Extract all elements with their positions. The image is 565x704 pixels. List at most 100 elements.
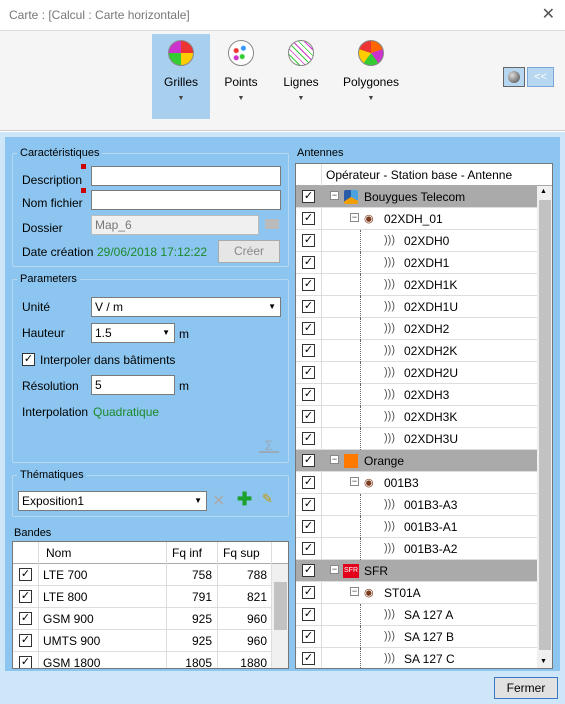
row-checkbox[interactable]: ✓ [302, 234, 315, 247]
row-checkbox[interactable]: ✓ [302, 454, 315, 467]
antenna-icon: ))) [384, 300, 395, 312]
tree-item[interactable]: ✓ − ◉ ST01A [296, 582, 537, 604]
row-checkbox[interactable]: ✓ [302, 344, 315, 357]
collapse-icon[interactable]: − [350, 587, 359, 596]
creer-button[interactable]: Créer [218, 240, 280, 263]
row-checkbox[interactable]: ✓ [302, 278, 315, 291]
row-checkbox[interactable]: ✓ [302, 366, 315, 379]
table-row[interactable]: ✓ LTE 700 758 788 [13, 564, 288, 586]
description-input[interactable] [91, 166, 281, 186]
tree-item[interactable]: ✓ ))) 02XDH3K [296, 406, 537, 428]
row-checkbox[interactable]: ✓ [302, 190, 315, 203]
table-row[interactable]: ✓ GSM 900 925 960 [13, 608, 288, 630]
edit-icon[interactable]: ✎ [262, 491, 273, 507]
add-icon[interactable]: ✚ [237, 489, 252, 510]
tree-item[interactable]: ✓ ))) 02XDH3U [296, 428, 537, 450]
collapse-button[interactable]: << [527, 67, 554, 87]
polygones-button[interactable]: Polygones ▼ [340, 34, 402, 119]
row-checkbox[interactable]: ✓ [302, 322, 315, 335]
tree-item[interactable]: ✓ ))) 02XDH3 [296, 384, 537, 406]
row-checkbox[interactable]: ✓ [19, 612, 32, 625]
tree-item[interactable]: ✓ − ◉ 001B3 [296, 472, 537, 494]
chevron-down-icon: ▼ [194, 496, 202, 505]
lines-icon [288, 40, 314, 66]
tree-item[interactable]: ✓ ))) 02XDH2U [296, 362, 537, 384]
collapse-icon[interactable]: − [350, 213, 359, 222]
tree-item[interactable]: ✓ ))) 02XDH1U [296, 296, 537, 318]
tree-item[interactable]: ✓ ))) 001B3-A3 [296, 494, 537, 516]
points-button[interactable]: Points ▼ [212, 34, 270, 119]
sigma-icon[interactable]: Σ [259, 437, 279, 453]
grid-icon [168, 40, 194, 66]
tree-item[interactable]: ✓ ))) 02XDH1K [296, 274, 537, 296]
nomfichier-input[interactable] [91, 190, 281, 210]
interpoler-checkbox[interactable]: ✓ [22, 353, 35, 366]
row-checkbox[interactable]: ✓ [19, 634, 32, 647]
tree-item[interactable]: ✓ ))) 02XDH0 [296, 230, 537, 252]
lignes-button[interactable]: Lignes ▼ [272, 34, 330, 119]
unite-select[interactable]: V / m ▼ [91, 297, 281, 317]
table-row[interactable]: ✓ UMTS 900 925 960 [13, 630, 288, 652]
row-checkbox[interactable]: ✓ [302, 432, 315, 445]
row-checkbox[interactable]: ✓ [19, 568, 32, 581]
row-checkbox[interactable]: ✓ [302, 608, 315, 621]
thematique-select[interactable]: Exposition1 ▼ [18, 491, 207, 511]
row-checkbox[interactable]: ✓ [19, 590, 32, 603]
scroll-up-icon[interactable]: ▲ [540, 188, 547, 195]
row-checkbox[interactable]: ✓ [302, 410, 315, 423]
row-checkbox[interactable]: ✓ [302, 300, 315, 313]
tree-item[interactable]: ✓ ))) 001B3-A2 [296, 538, 537, 560]
tree-item[interactable]: ✓ ))) SA 127 A [296, 604, 537, 626]
tree-item[interactable]: ✓ ))) 02XDH2 [296, 318, 537, 340]
row-checkbox[interactable]: ✓ [302, 586, 315, 599]
antenna-icon: ))) [384, 498, 395, 510]
tree-item[interactable]: ✓ − Bouygues Telecom [296, 186, 537, 208]
tree-item[interactable]: ✓ − SFR SFR [296, 560, 537, 582]
points-icon [228, 40, 254, 66]
required-marker [81, 164, 86, 169]
interpolation-label: Interpolation [22, 405, 89, 419]
row-checkbox[interactable]: ✓ [302, 520, 315, 533]
scroll-down-icon[interactable]: ▼ [540, 658, 547, 665]
row-checkbox[interactable]: ✓ [302, 542, 315, 555]
row-checkbox[interactable]: ✓ [302, 498, 315, 511]
tree-item[interactable]: ✓ ))) 02XDH2K [296, 340, 537, 362]
tree-item[interactable]: ✓ − ◉ 02XDH_01 [296, 208, 537, 230]
antenna-icon: ))) [384, 322, 395, 334]
station-icon: ◉ [364, 213, 374, 225]
grilles-button[interactable]: Grilles ▼ [152, 34, 210, 119]
antenna-icon: ))) [384, 234, 395, 246]
bandes-scrollbar[interactable] [272, 564, 288, 668]
table-row[interactable]: ✓ GSM 1800 1805 1880 [13, 652, 288, 668]
tree-item[interactable]: ✓ ))) SA 127 C [296, 648, 537, 668]
sphere-button[interactable] [503, 67, 525, 87]
row-checkbox[interactable]: ✓ [302, 256, 315, 269]
row-checkbox[interactable]: ✓ [302, 564, 315, 577]
row-checkbox[interactable]: ✓ [19, 656, 32, 668]
row-checkbox[interactable]: ✓ [302, 652, 315, 665]
table-row[interactable]: ✓ LTE 800 791 821 [13, 586, 288, 608]
row-checkbox[interactable]: ✓ [302, 388, 315, 401]
collapse-icon[interactable]: − [330, 455, 339, 464]
tree-item[interactable]: ✓ ))) SA 127 B [296, 626, 537, 648]
tree-item[interactable]: ✓ ))) 001B3-A1 [296, 516, 537, 538]
collapse-icon[interactable]: − [350, 477, 359, 486]
antennes-scrollbar[interactable]: ▲ ▼ [537, 186, 552, 668]
resolution-input[interactable] [91, 375, 175, 395]
chevron-down-icon: ▼ [268, 302, 276, 311]
chevron-down-icon: ▼ [297, 95, 305, 102]
collapse-icon[interactable]: − [330, 191, 339, 200]
hauteur-select[interactable]: 1.5 ▼ [91, 323, 175, 343]
tree-item[interactable]: ✓ − Orange [296, 450, 537, 472]
window-title: Carte : [Calcul : Carte horizontale] [9, 8, 190, 22]
folder-icon[interactable] [265, 219, 279, 229]
delete-icon[interactable]: ✕ [212, 491, 232, 511]
row-checkbox[interactable]: ✓ [302, 476, 315, 489]
collapse-icon[interactable]: − [330, 565, 339, 574]
row-checkbox[interactable]: ✓ [302, 212, 315, 225]
row-checkbox[interactable]: ✓ [302, 630, 315, 643]
antennes-tree: Opérateur - Station base - Antenne ✓ − Bou… [295, 163, 553, 669]
fermer-button[interactable]: Fermer [494, 677, 558, 699]
tree-item[interactable]: ✓ ))) 02XDH1 [296, 252, 537, 274]
close-icon[interactable]: ✕ [542, 4, 555, 24]
